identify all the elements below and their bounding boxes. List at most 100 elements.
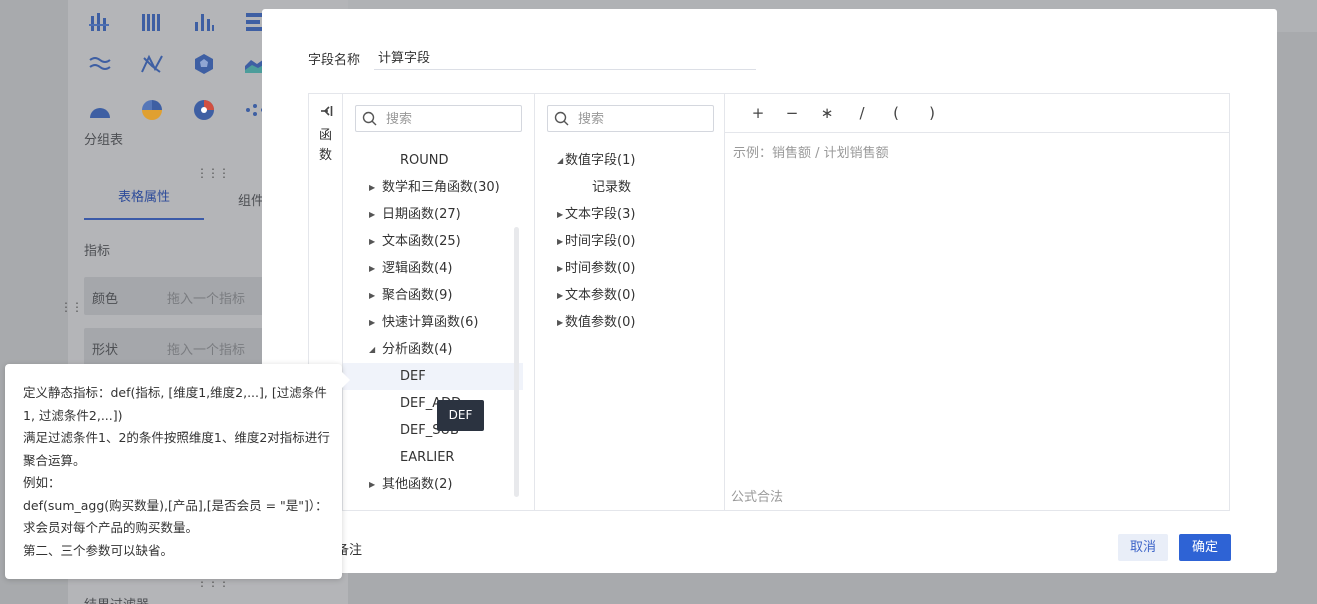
field-group[interactable]: ▶ 文本字段(3): [535, 201, 715, 228]
operator-button[interactable]: (: [885, 103, 907, 123]
help-line: 例如：: [23, 475, 61, 490]
expand-right-icon[interactable]: ▶: [369, 228, 379, 255]
line-chart-icon[interactable]: [88, 52, 112, 76]
function-help-tooltip: 定义静态指标：def(指标, [维度1,维度2,...], [过滤条件1, 过滤…: [5, 364, 350, 579]
field-label: 时间参数(0): [565, 261, 636, 276]
expand-right-icon[interactable]: ▶: [369, 471, 379, 498]
calculated-field-dialog: 字段名称 计算字段 函数 ROUND▶数学和三角函数(30)▶日期函数(27)▶…: [262, 9, 1277, 573]
operator-button[interactable]: ∗: [816, 103, 838, 123]
field-name-label: 字段名称: [308, 53, 361, 68]
field-label: 记录数: [592, 180, 632, 195]
field-search-input[interactable]: [578, 109, 708, 129]
pie-chart-icon[interactable]: [140, 98, 164, 122]
search-icon: [554, 111, 569, 126]
chart-group-label: 分组表: [84, 133, 124, 148]
operator-button[interactable]: ): [921, 103, 943, 123]
rose-chart-icon[interactable]: [192, 98, 216, 122]
field-group[interactable]: ◢ 数值字段(1): [535, 147, 715, 174]
color-field-label: 颜色: [92, 292, 119, 307]
function-group[interactable]: ▶ 聚合函数(9): [343, 282, 523, 309]
expand-down-icon[interactable]: ◢: [369, 336, 379, 363]
function-tree: ROUND ▶ 数学和三角函数(30) ▶ 日期函数(27) ▶ 文本函数(25) ▶ 逻辑函数…: [343, 147, 523, 498]
function-list-panel: ROUND▶数学和三角函数(30)▶日期函数(27)▶文本函数(25)▶逻辑函数…: [343, 94, 535, 510]
field-name-input[interactable]: 计算字段: [374, 45, 756, 70]
formula-editor: 函数 ROUND▶数学和三角函数(30)▶日期函数(27)▶文本函数(25)▶逻…: [308, 93, 1230, 511]
collapse-icon[interactable]: [320, 104, 334, 118]
function-item[interactable]: EARLIER: [343, 444, 523, 471]
operator-bar: + − ∗ / (): [725, 94, 1229, 133]
function-item[interactable]: ROUND: [343, 147, 523, 174]
formula-status: 公式合法: [731, 490, 784, 505]
expand-right-icon[interactable]: ▶: [369, 309, 379, 336]
function-item[interactable]: DEF: [343, 363, 523, 390]
shape-field-label: 形状: [92, 343, 119, 358]
function-label: 快速计算函数(6): [382, 315, 479, 330]
help-line: 满足过滤条件1、2的条件按照维度1、维度2对指标进行聚合运算。: [23, 430, 330, 468]
function-label: 数学和三角函数(30): [382, 180, 500, 195]
color-field-placeholder: 拖入一个指标: [167, 292, 246, 307]
function-side-label: 函数: [319, 128, 333, 163]
field-label: 时间字段(0): [565, 234, 636, 249]
function-label: 日期函数(27): [382, 207, 461, 222]
result-filter-label: 结果过滤器: [84, 594, 149, 604]
formula-input[interactable]: 示例：销售额 / 计划销售额: [733, 142, 889, 161]
function-label: 逻辑函数(4): [382, 261, 453, 276]
side-drag-handle-icon[interactable]: ⋮⋮: [60, 300, 83, 314]
field-list-panel: ◢数值字段(1) 记录数 ▶文本字段(3)▶时间字段(0)▶时间参数(0)▶文本参数…: [535, 94, 725, 510]
field-label: 文本字段(3): [565, 207, 636, 222]
function-group[interactable]: ▶ 文本函数(25): [343, 228, 523, 255]
function-label: 聚合函数(9): [382, 288, 453, 303]
cancel-button[interactable]: 取消: [1118, 534, 1168, 561]
radar-chart-icon[interactable]: [192, 52, 216, 76]
function-label: 其他函数(2): [382, 477, 453, 492]
stacked-bar-chart-icon[interactable]: [140, 10, 164, 34]
field-search[interactable]: [547, 105, 714, 132]
formula-area: + − ∗ / () 示例：销售额 / 计划销售额 公式合法: [725, 94, 1229, 510]
tab-table-properties[interactable]: 表格属性: [84, 186, 204, 220]
field-label: 数值字段(1): [565, 153, 636, 168]
item-hover-tooltip: DEF: [437, 400, 484, 431]
function-group[interactable]: ▶ 日期函数(27): [343, 201, 523, 228]
function-group[interactable]: ◢ 分析函数(4): [343, 336, 523, 363]
shape-field-placeholder: 拖入一个指标: [167, 343, 246, 358]
bar-chart-icon[interactable]: [192, 10, 216, 34]
confirm-button[interactable]: 确定: [1179, 534, 1231, 561]
field-group[interactable]: ▶ 时间参数(0): [535, 255, 715, 282]
expand-right-icon[interactable]: ▶: [369, 201, 379, 228]
field-label: 数值参数(0): [565, 315, 636, 330]
function-label: EARLIER: [400, 450, 455, 465]
function-label: 分析函数(4): [382, 342, 453, 357]
field-group[interactable]: ▶ 时间字段(0): [535, 228, 715, 255]
function-group[interactable]: ▶ 其他函数(2): [343, 471, 523, 498]
operator-button[interactable]: /: [851, 103, 873, 123]
function-label: ROUND: [400, 153, 449, 168]
operator-button[interactable]: +: [747, 103, 769, 123]
function-list-scrollbar[interactable]: [514, 227, 519, 497]
function-label: DEF: [400, 369, 426, 384]
function-search-input[interactable]: [386, 109, 516, 129]
function-search[interactable]: [355, 105, 522, 132]
expand-right-icon[interactable]: ▶: [369, 174, 379, 201]
field-item[interactable]: 记录数: [535, 174, 715, 201]
search-icon: [362, 111, 377, 126]
drag-handle-icon[interactable]: ⋮⋮⋮: [196, 166, 230, 180]
tab-component[interactable]: 组件: [238, 190, 264, 209]
expand-right-icon[interactable]: ▶: [369, 282, 379, 309]
help-line: 定义静态指标：def(指标, [维度1,维度2,...], [过滤条件1, 过滤…: [23, 385, 327, 423]
function-item[interactable]: DEF_SUB: [343, 417, 523, 444]
grouped-bar-chart-icon[interactable]: [88, 10, 112, 34]
help-line: def(sum_agg(购买数量),[产品],[是否会员 = "是"]）：求会员…: [23, 497, 328, 536]
function-group[interactable]: ▶ 快速计算函数(6): [343, 309, 523, 336]
half-pie-chart-icon[interactable]: [88, 98, 112, 122]
expand-right-icon[interactable]: ▶: [369, 255, 379, 282]
operator-button[interactable]: −: [781, 103, 803, 123]
field-label: 文本参数(0): [565, 288, 636, 303]
field-group[interactable]: ▶ 文本参数(0): [535, 282, 715, 309]
section-label: 指标: [84, 244, 111, 259]
polyline-chart-icon[interactable]: [140, 52, 164, 76]
function-group[interactable]: ▶ 数学和三角函数(30): [343, 174, 523, 201]
function-group[interactable]: ▶ 逻辑函数(4): [343, 255, 523, 282]
field-group[interactable]: ▶ 数值参数(0): [535, 309, 715, 336]
function-item[interactable]: DEF_ADD: [343, 390, 523, 417]
field-tree: ◢ 数值字段(1) 记录数 ▶ 文本字段(3) ▶ 时间字段(0) ▶ 时间参数(0) ▶ 文本参数…: [535, 147, 715, 336]
